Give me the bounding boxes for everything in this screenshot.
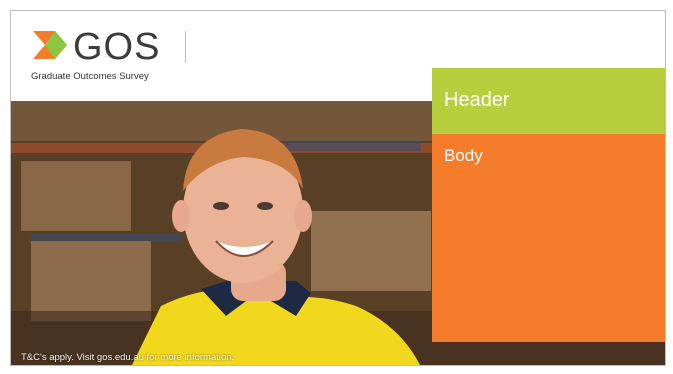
gos-chevron-icon xyxy=(33,31,67,59)
panel-body: Body xyxy=(432,134,665,342)
logo-wordmark: GOS xyxy=(73,26,161,68)
text-panel: Header Body xyxy=(432,68,665,342)
terms-caption: T&C's apply. Visit gos.edu.au for more i… xyxy=(21,352,235,363)
panel-header: Header xyxy=(432,68,665,134)
logo-subtitle: Graduate Outcomes Survey xyxy=(31,71,149,82)
logo-divider xyxy=(185,31,186,63)
slide-frame: GOS Graduate Outcomes Survey T&C's apply… xyxy=(10,10,666,366)
